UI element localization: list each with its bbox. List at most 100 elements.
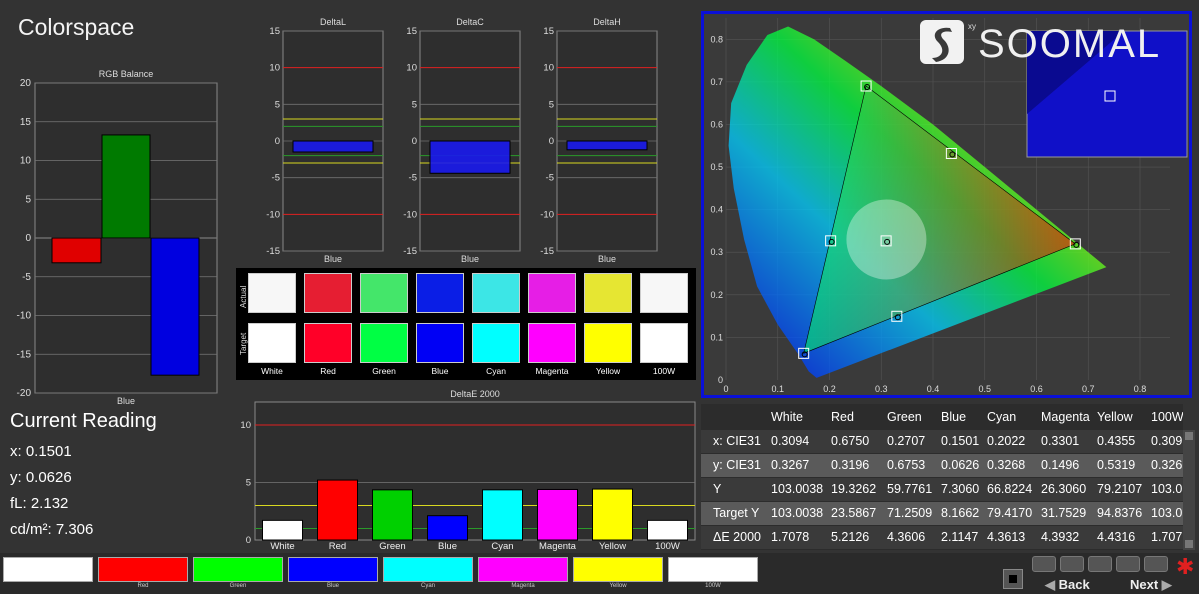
deltae-chart: 10 5 0 White Red Green Blue Cyan Magenta Yellow 10…	[240, 401, 696, 552]
next-button[interactable]: Next ▶	[1130, 577, 1172, 593]
reading-fl: fL: 2.132	[10, 495, 69, 512]
actual-patch	[304, 273, 352, 313]
delta-tick-label: -5	[272, 173, 280, 184]
rgb-bar-green	[101, 134, 151, 239]
delta-tick-label: -5	[546, 173, 554, 184]
cie-xtick-label: 0.8	[1134, 384, 1147, 394]
table-cell: 0.3196	[831, 458, 870, 472]
soomal-logo-icon	[920, 20, 964, 64]
table-cell: 59.7761	[887, 482, 933, 496]
reading-y: y: 0.0626	[10, 469, 72, 486]
patch-label: Green	[372, 366, 396, 376]
logo-text: SOOMAL	[978, 22, 1162, 66]
delta-tick-label: -15	[540, 246, 554, 257]
cie-xtick-label: 0.6	[1030, 384, 1043, 394]
table-cell: Target Y	[713, 506, 760, 520]
deltae-bar	[482, 489, 523, 541]
delta-tick-label: 5	[549, 99, 554, 110]
delta-tick-label: -10	[266, 209, 280, 220]
table-cell: 0.2707	[887, 434, 926, 448]
delta-tick-label: 0	[549, 136, 554, 147]
table-cell: 2.1147	[941, 530, 979, 544]
rgb-tick-label: -20	[17, 388, 32, 399]
actual-patch	[472, 273, 520, 313]
deltae-category-label: 100W	[655, 541, 680, 552]
patch-swatch-button[interactable]	[573, 557, 663, 582]
deltae-category-label: Red	[329, 541, 346, 552]
patch-swatch-button[interactable]	[478, 557, 568, 582]
stop-icon[interactable]	[1032, 556, 1056, 572]
cie-ytick-label: 0.7	[710, 77, 723, 87]
delta-tick-label: 10	[406, 63, 417, 74]
table-row: Y 103.0038 19.3262 59.7761 7.3060 66.8224 26.3…	[701, 478, 1183, 501]
cie-ytick-label: 0.2	[710, 290, 723, 300]
delta-tick-label: -10	[540, 209, 554, 220]
patch-label: Magenta	[535, 366, 569, 376]
table-cell: 0.3267	[771, 458, 810, 472]
page-title: Colorspace	[18, 14, 135, 40]
delta-tick-label: -10	[403, 209, 417, 220]
target-patch	[304, 323, 352, 363]
table-header-cell	[711, 406, 769, 429]
delta-tick-label: 15	[406, 26, 417, 37]
patch-swatch-button[interactable]	[668, 557, 758, 582]
swatch-label: 100W	[705, 583, 721, 589]
delta-tick-label: 10	[543, 63, 554, 74]
rgb-tick-label: 15	[20, 117, 32, 128]
table-header-cell: Red	[831, 410, 854, 424]
patch-swatch-button[interactable]	[3, 557, 93, 582]
next-label: Next	[1130, 577, 1159, 592]
table-header-cell: Blue	[941, 410, 967, 424]
patch-swatch-button[interactable]	[383, 557, 473, 582]
delta-tick-label: 10	[269, 63, 280, 74]
current-reading-title: Current Reading	[10, 410, 157, 432]
table-cell: 0.3301	[1041, 434, 1080, 448]
patch-swatch-button[interactable]	[288, 557, 378, 582]
play-icon[interactable]	[1060, 556, 1084, 572]
deltae-tick-label: 0	[246, 535, 251, 546]
rgb-tick-label: -10	[17, 311, 32, 322]
table-cell: 103.0	[1151, 482, 1183, 496]
reading-cdm2: cd/m²: 7.306	[10, 521, 94, 538]
table-cell: 103.0038	[771, 506, 824, 520]
deltae-bar	[592, 488, 633, 541]
table-cell: 103.0038	[771, 482, 824, 496]
cie-xtick-label: 0.2	[823, 384, 836, 394]
delta-tick-label: 5	[275, 99, 280, 110]
back-button[interactable]: ◀ Back	[1045, 577, 1090, 593]
swatch-label: Yellow	[609, 583, 627, 589]
record-icon[interactable]	[1088, 556, 1112, 572]
patch-swatch-button[interactable]	[193, 557, 283, 582]
table-cell: 0.6753	[887, 458, 926, 472]
patch-selector-bar: ◀ Back Next ▶ ✱ Red Green Blue Cyan Magenta Y…	[0, 553, 1199, 594]
rgb-tick-label: 5	[25, 194, 31, 205]
delta-tick-label: -5	[409, 173, 417, 184]
back-label: Back	[1058, 577, 1090, 592]
table-cell: 0.5319	[1097, 458, 1136, 472]
deltae-category-label: Cyan	[491, 541, 513, 552]
swatch-label: Magenta	[511, 583, 535, 589]
delta-bar-deltah	[566, 140, 648, 151]
stop-button[interactable]	[1003, 569, 1023, 589]
patch-label: Cyan	[486, 366, 506, 376]
rgb-tick-label: 10	[20, 156, 32, 167]
loop-icon[interactable]	[1116, 556, 1140, 572]
table-header-cell: Yellow	[1097, 410, 1133, 424]
patch-label: White	[261, 366, 283, 376]
table-scrollbar[interactable]	[1183, 430, 1195, 550]
target-patch	[416, 323, 464, 363]
swatch-label: Cyan	[420, 583, 435, 589]
refresh-icon[interactable]	[1144, 556, 1168, 572]
table-cell: 0.2022	[987, 434, 1026, 448]
table-cell: 94.8376	[1097, 506, 1143, 520]
deltae-bar	[317, 479, 358, 541]
color-patches-panel: Actual Target White Red Green Blue Cyan Magen…	[236, 268, 696, 380]
patch-swatch-button[interactable]	[98, 557, 188, 582]
table-cell: 19.3262	[831, 482, 877, 496]
cie-xtick-label: 0.5	[978, 384, 991, 394]
rgb-bar-red	[51, 237, 102, 264]
delta-lch-charts: 15 10 5 0 -5 -10 -15 Blue 15 10 5 0 -5 -10 -15 Blue 15 10…	[266, 26, 658, 264]
table-cell: 0.4355	[1097, 434, 1136, 448]
table-cell: y: CIE31	[713, 458, 761, 472]
delta-xlabel: Blue	[598, 254, 616, 264]
